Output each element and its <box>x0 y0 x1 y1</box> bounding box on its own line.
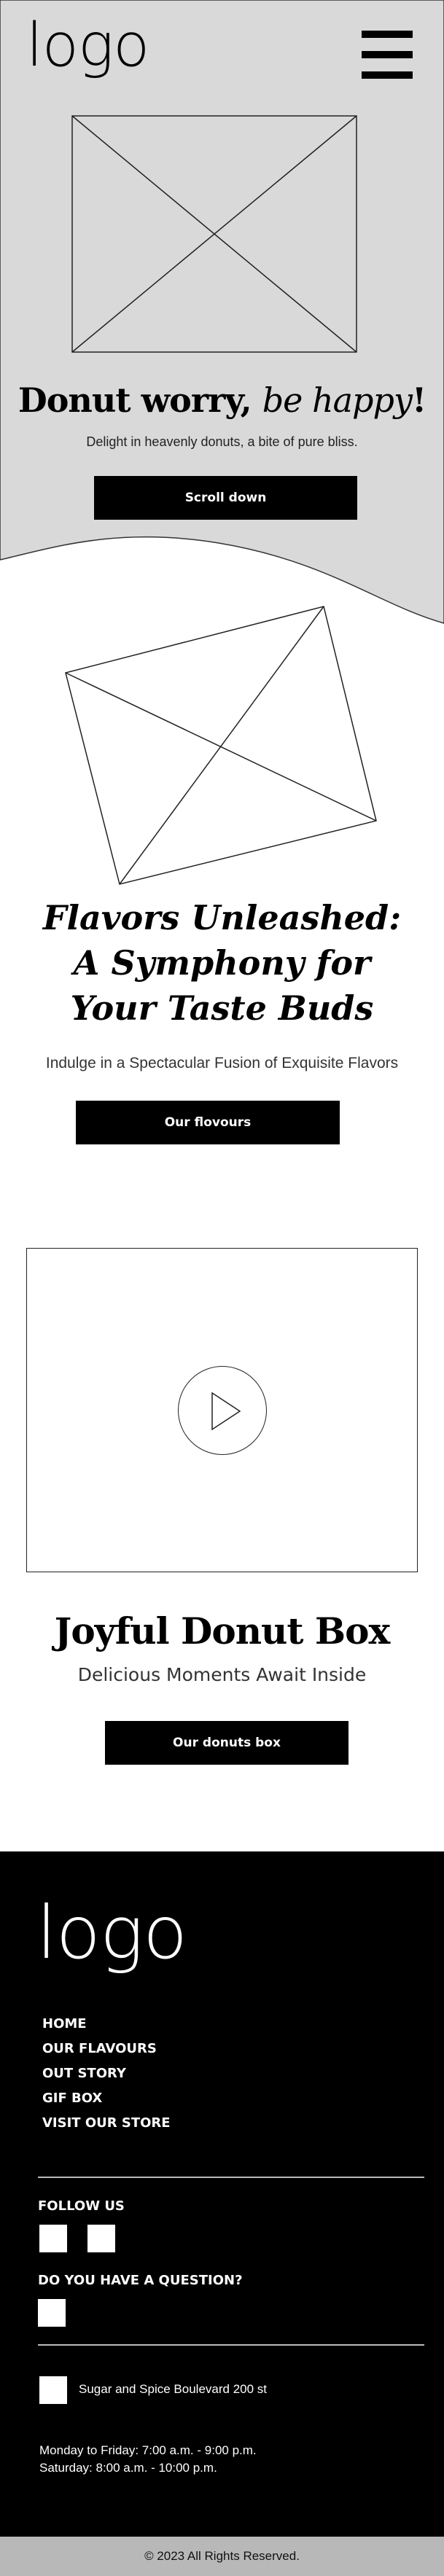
video-placeholder[interactable] <box>26 1248 418 1572</box>
flavors-subtitle: Indulge in a Spectacular Fusion of Exqui… <box>45 1055 399 1072</box>
hero-title: Donut worry, be happy! <box>17 380 427 420</box>
copyright-text: © 2023 All Rights Reserved. <box>144 2549 300 2563</box>
social-icon-1[interactable] <box>39 2225 67 2252</box>
donut-box-title: Joyful Donut Box <box>54 1609 391 1652</box>
play-button[interactable] <box>178 1366 267 1455</box>
footer-logo[interactable]: logo <box>36 1897 187 1970</box>
footer-nav-our-story[interactable]: OUT STORY <box>42 2061 171 2086</box>
hero-subtitle: Delight in heavenly donuts, a bite of pu… <box>86 434 358 449</box>
footer-nav-visit-store[interactable]: VISIT OUR STORE <box>42 2111 171 2136</box>
hours-weekend: Saturday: 8:00 a.m. - 10:00 p.m. <box>39 2461 217 2475</box>
flavors-image-placeholder <box>65 606 377 885</box>
address-text: Sugar and Spice Boulevard 200 st <box>79 2382 268 2396</box>
location-icon <box>39 2376 67 2404</box>
donut-box-subtitle: Delicious Moments Await Inside <box>77 1664 367 1685</box>
hours-weekday: Monday to Friday: 7:00 a.m. - 9:00 p.m. <box>39 2443 257 2457</box>
footer-nav: HOME OUR FLAVOURS OUT STORY GIF BOX VISI… <box>42 2012 171 2136</box>
footer: logo HOME OUR FLAVOURS OUT STORY GIF BOX… <box>0 1851 444 2537</box>
hero-section: logo Donut worry, be happy! Delight in h… <box>0 0 444 627</box>
footer-nav-gift-box[interactable]: GIF BOX <box>42 2086 171 2111</box>
hamburger-menu-icon[interactable] <box>362 31 413 79</box>
footer-divider <box>38 2177 424 2178</box>
contact-icon[interactable] <box>38 2299 66 2327</box>
site-logo[interactable]: logo <box>26 16 149 76</box>
our-flavours-button[interactable]: Our flovours <box>76 1101 340 1144</box>
our-donuts-box-button[interactable]: Our donuts box <box>105 1721 348 1765</box>
play-icon <box>211 1392 241 1431</box>
question-label: DO YOU HAVE A QUESTION? <box>38 2273 243 2288</box>
follow-us-label: FOLLOW US <box>38 2198 125 2214</box>
footer-nav-home[interactable]: HOME <box>42 2012 171 2037</box>
social-icon-2[interactable] <box>87 2225 115 2252</box>
copyright-bar: © 2023 All Rights Reserved. <box>0 2537 444 2576</box>
page: logo Donut worry, be happy! Delight in h… <box>0 0 444 2576</box>
footer-divider-2 <box>38 2344 424 2346</box>
image-placeholder-icon <box>71 115 357 353</box>
flavors-title: Flavors Unleashed: A Symphony for Your T… <box>42 898 402 1028</box>
footer-nav-our-flavours[interactable]: OUR FLAVOURS <box>42 2037 171 2061</box>
opening-hours: Monday to Friday: 7:00 a.m. - 9:00 p.m. … <box>39 2442 257 2477</box>
scroll-down-button[interactable]: Scroll down <box>94 476 357 520</box>
